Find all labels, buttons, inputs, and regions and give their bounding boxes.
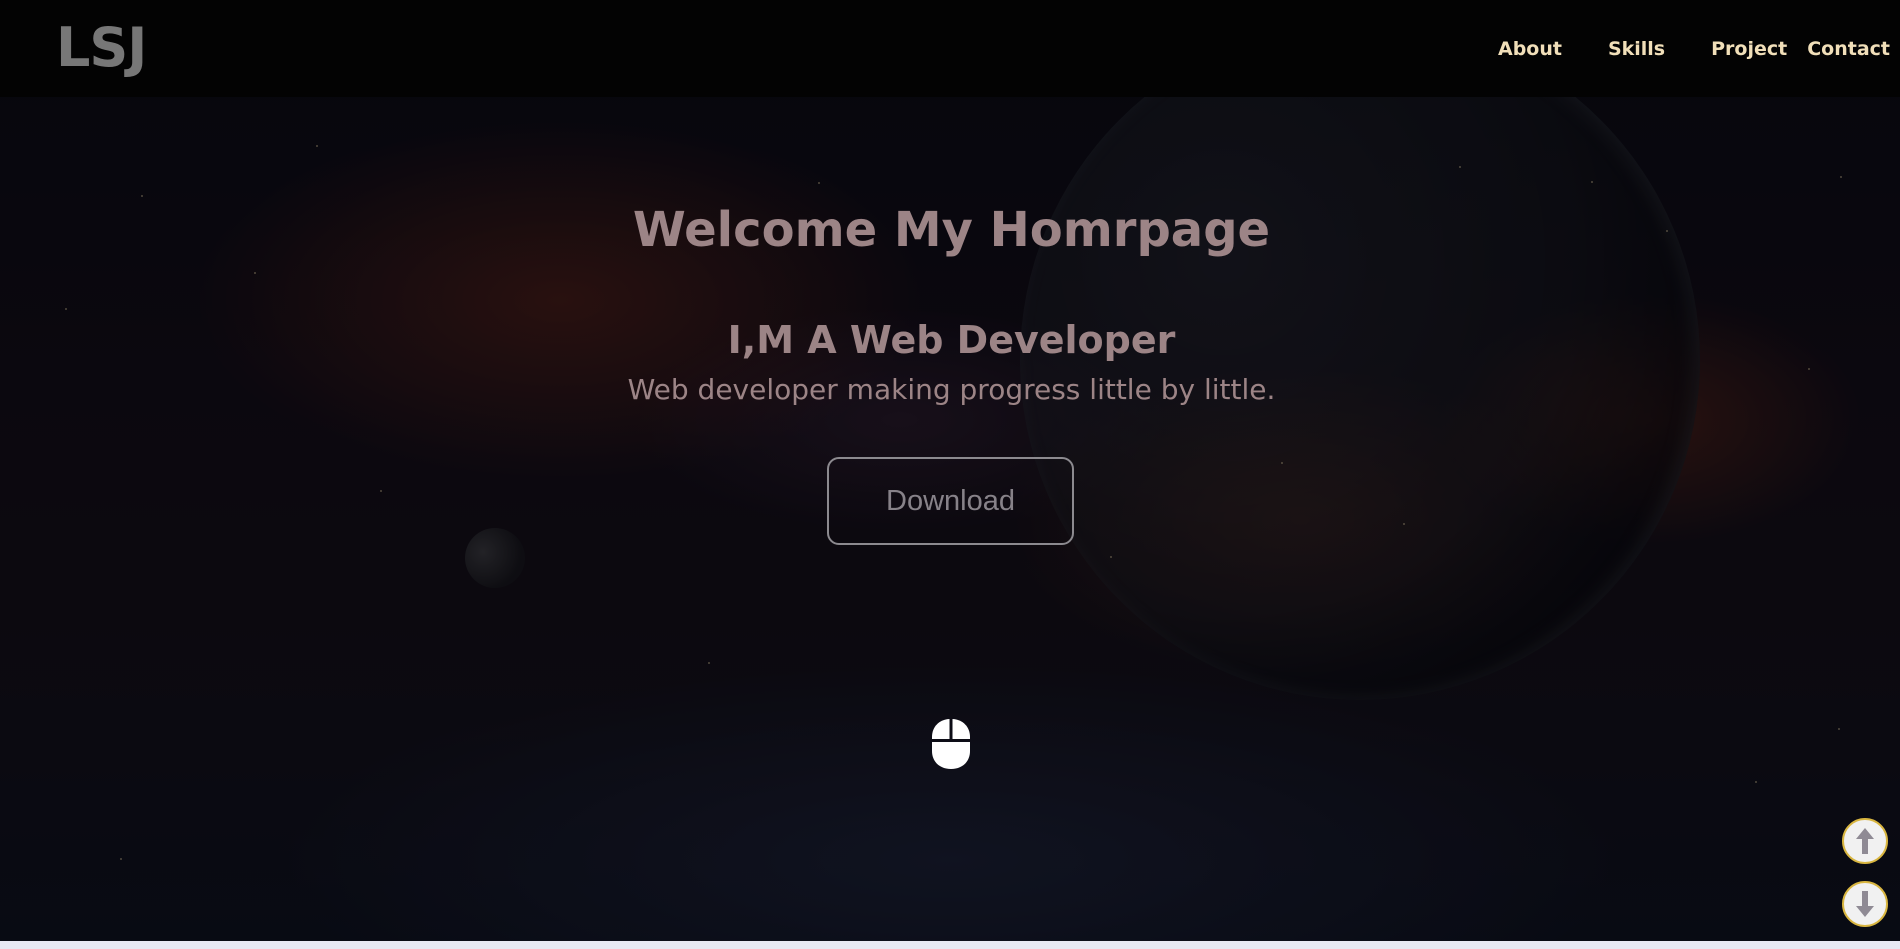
mouse-icon bbox=[930, 717, 972, 771]
site-header: LSJ About Skills Project Contact bbox=[0, 0, 1900, 97]
page-bottom-edge bbox=[0, 941, 1900, 949]
main-nav: About Skills Project Contact bbox=[1498, 36, 1890, 62]
scroll-up-button[interactable] bbox=[1842, 818, 1888, 864]
nav-skills[interactable]: Skills bbox=[1608, 36, 1665, 62]
hero-subtitle: I,M A Web Developer bbox=[727, 318, 1176, 362]
nav-about[interactable]: About bbox=[1498, 36, 1562, 62]
nav-project[interactable]: Project bbox=[1711, 36, 1787, 62]
hero-description: Web developer making progress little by … bbox=[627, 373, 1276, 406]
homepage: LSJ About Skills Project Contact Welcome… bbox=[0, 0, 1900, 949]
scroll-down-button[interactable] bbox=[1842, 881, 1888, 927]
download-button[interactable]: Download bbox=[827, 457, 1074, 545]
site-logo[interactable]: LSJ bbox=[56, 18, 147, 78]
arrow-up-icon bbox=[1856, 828, 1874, 854]
hero-title: Welcome My Homrpage bbox=[632, 202, 1271, 258]
nav-contact[interactable]: Contact bbox=[1807, 36, 1890, 62]
arrow-down-icon bbox=[1856, 891, 1874, 917]
